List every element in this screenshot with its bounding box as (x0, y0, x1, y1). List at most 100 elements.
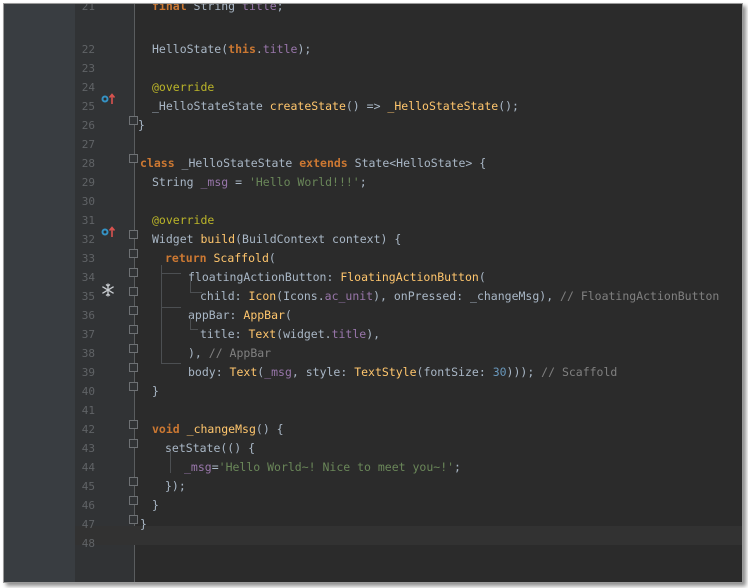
code-line[interactable]: 44 _msg='Hello World~! Nice to meet you~!… (4, 458, 742, 477)
code-text[interactable]: final String title; (152, 4, 284, 16)
fold-marker-icon[interactable] (129, 496, 138, 505)
fold-marker-icon[interactable] (129, 116, 138, 125)
line-number: 32 (81, 233, 95, 246)
line-number: 48 (81, 537, 95, 550)
code-line[interactable]: 45}); (4, 477, 742, 496)
code-text[interactable]: @override (152, 78, 214, 97)
fold-marker-icon[interactable] (129, 325, 138, 334)
code-line[interactable]: 27 (4, 135, 742, 154)
line-number: 25 (81, 100, 95, 113)
line-number: 31 (81, 214, 95, 227)
code-text[interactable]: setState(() { (165, 439, 255, 458)
code-text[interactable]: }); (165, 477, 186, 496)
code-text[interactable]: title: Text(widget.title), (200, 325, 380, 344)
tree-guide (161, 265, 162, 363)
line-number: 21 (81, 3, 95, 13)
tree-guide-tick (190, 329, 198, 330)
code-text[interactable]: body: Text(_msg, style: TextStyle(fontSi… (188, 363, 617, 382)
code-text[interactable]: } (152, 496, 159, 515)
code-line[interactable]: 29 String _msg = 'Hello World!!!'; (4, 173, 742, 192)
tree-guide-tick (161, 307, 181, 308)
line-number: 46 (81, 499, 95, 512)
fold-marker-icon[interactable] (129, 344, 138, 353)
line-number: 34 (81, 271, 95, 284)
code-text[interactable]: HelloState(this.title); (152, 40, 311, 59)
code-line[interactable]: 48 (4, 534, 742, 553)
fold-marker-icon[interactable] (129, 439, 138, 448)
override-up-arrow-icon[interactable] (100, 224, 116, 238)
fold-marker-icon[interactable] (129, 249, 138, 258)
code-text[interactable]: String _msg = 'Hello World!!!'; (152, 173, 367, 192)
code-text[interactable]: void _changeMsg() { (152, 420, 284, 439)
fold-marker-icon[interactable] (129, 420, 138, 429)
line-number: 42 (81, 423, 95, 436)
code-line[interactable]: 38 ), // AppBar (4, 344, 742, 363)
fold-marker-icon[interactable] (129, 268, 138, 277)
code-line[interactable]: 21 final String title; (4, 3, 742, 16)
tree-guide-tick (190, 292, 202, 293)
code-text[interactable]: class _HelloStateState extends State<Hel… (140, 154, 486, 173)
tree-guide-tick (161, 273, 181, 274)
code-line[interactable]: 40} (4, 382, 742, 401)
code-line[interactable]: 28 class _HelloStateState extends State<H… (4, 154, 742, 173)
fold-marker-icon[interactable] (129, 306, 138, 315)
fold-marker-icon[interactable] (129, 230, 138, 239)
line-number: 35 (81, 290, 95, 303)
code-line[interactable]: 36 appBar: AppBar( (4, 306, 742, 325)
fold-marker-icon[interactable] (129, 477, 138, 486)
tree-guide-tick (161, 363, 181, 364)
code-line[interactable]: 26} (4, 116, 742, 135)
code-line[interactable]: 22 HelloState(this.title); (4, 40, 742, 59)
code-line[interactable]: 42 void _changeMsg() { (4, 420, 742, 439)
line-number: 26 (81, 119, 95, 132)
line-number: 43 (81, 442, 95, 455)
line-number: 45 (81, 480, 95, 493)
line-number: 38 (81, 347, 95, 360)
code-line[interactable]: 33 return Scaffold( (4, 249, 742, 268)
code-line[interactable]: 30 (4, 192, 742, 211)
code-text[interactable]: Widget build(BuildContext context) { (152, 230, 401, 249)
indent-guide (170, 451, 171, 473)
code-line[interactable]: 47} (4, 515, 742, 534)
code-text[interactable]: @override (152, 211, 214, 230)
fold-marker-icon[interactable] (129, 363, 138, 372)
code-line[interactable]: 37 title: Text(widget.title), (4, 325, 742, 344)
code-text[interactable]: return Scaffold( (165, 249, 276, 268)
line-number: 47 (81, 518, 95, 531)
line-number: 28 (81, 157, 95, 170)
fold-marker-icon[interactable] (129, 515, 138, 524)
line-number: 23 (81, 62, 95, 75)
line-number: 29 (81, 176, 95, 189)
line-number: 41 (81, 404, 95, 417)
code-text[interactable]: _msg='Hello World~! Nice to meet you~!'; (184, 458, 461, 477)
line-number: 36 (81, 309, 95, 322)
line-number: 22 (81, 43, 95, 56)
line-number: 37 (81, 328, 95, 341)
snowflake-icon (101, 282, 115, 297)
code-line[interactable]: 39 body: Text(_msg, style: TextStyle(font… (4, 363, 742, 382)
code-line[interactable]: 46} (4, 496, 742, 515)
code-text[interactable]: } (138, 116, 145, 135)
line-number: 30 (81, 195, 95, 208)
code-text[interactable]: } (152, 382, 159, 401)
line-number: 33 (81, 252, 95, 265)
line-number: 40 (81, 385, 95, 398)
code-line[interactable]: 41 (4, 401, 742, 420)
fold-marker-icon[interactable] (129, 154, 138, 163)
code-line[interactable]: 43 setState(() { (4, 439, 742, 458)
code-text[interactable]: appBar: AppBar( (188, 306, 292, 325)
code-text[interactable]: ), // AppBar (188, 344, 271, 363)
fold-marker-icon[interactable] (129, 382, 138, 391)
line-number: 24 (81, 81, 95, 94)
editor-window: 21 final String title; 22 HelloState(this.t… (3, 3, 743, 583)
line-number: 27 (81, 138, 95, 151)
code-text[interactable]: child: Icon(Icons.ac_unit), onPressed: _… (200, 287, 719, 306)
line-number: 44 (81, 461, 95, 474)
code-text[interactable]: _HelloStateState createState() => _Hello… (152, 97, 519, 116)
code-line[interactable]: 23 (4, 59, 742, 78)
code-text[interactable]: floatingActionButton: FloatingActionButt… (188, 268, 486, 287)
line-number: 39 (81, 366, 95, 379)
override-up-arrow-icon[interactable] (100, 91, 116, 105)
code-text[interactable]: } (140, 515, 147, 534)
fold-marker-icon[interactable] (129, 287, 138, 296)
